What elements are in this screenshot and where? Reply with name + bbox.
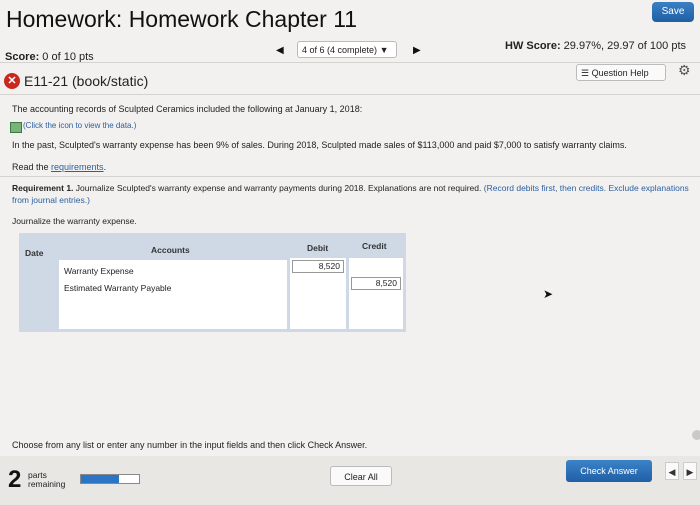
question-select[interactable]: 4 of 6 (4 complete) ▼ [297,41,397,58]
gear-icon[interactable]: ⚙ [678,62,691,79]
requirement-body: Journalize Sculpted's warranty expense a… [73,183,482,193]
left-triangle-icon[interactable]: ◀ [276,45,284,56]
account-row-1[interactable]: Warranty Expense [64,266,134,276]
date-header: Date [25,248,44,258]
table-icon[interactable] [10,122,22,133]
list-icon: ☰ [581,68,590,78]
progress-bar [80,474,140,484]
divider [0,62,700,63]
scroll-indicator[interactable] [692,430,700,440]
next-question-icon[interactable]: ▶ [683,462,697,480]
journal-table: Date Accounts Debit Credit Warranty Expe… [19,233,406,332]
hw-score-label: HW Score: [505,40,561,52]
detail-text: In the past, Sculpted's warranty expense… [12,140,627,150]
journalize-label: Journalize the warranty expense. [12,216,137,226]
requirement-label: Requirement 1. [12,183,74,193]
intro-text: The accounting records of Sculpted Ceram… [12,104,363,114]
credit-header: Credit [362,241,387,251]
requirement-text: Requirement 1. Journalize Sculpted's war… [12,182,692,206]
save-button[interactable]: Save [652,2,694,22]
read-prefix: Read the [12,162,52,172]
page-title: Homework: Homework Chapter 11 [6,6,358,32]
right-triangle-icon[interactable]: ▶ [413,45,421,56]
mouse-cursor-icon: ➤ [543,287,554,301]
previous-question-icon[interactable]: ◀ [665,462,679,480]
debit-header: Debit [307,243,329,253]
chevron-down-icon: ▼ [379,45,389,55]
parts-label: parts remaining [28,471,65,489]
credit-cell [349,258,403,329]
hw-score-value: 29.97%, 29.97 of 100 pts [560,40,686,52]
requirements-link[interactable]: requirements [51,162,104,172]
progress-fill [81,475,119,483]
divider [0,94,700,95]
read-suffix: . [103,162,107,172]
question-help-button[interactable]: ☰ Question Help [576,64,666,81]
check-answer-button[interactable]: Check Answer [566,460,652,482]
question-select-value: 4 of 6 (4 complete) [302,45,378,55]
account-row-2[interactable]: Estimated Warranty Payable [64,283,171,293]
instruction-text: Choose from any list or enter any number… [12,440,368,450]
data-link[interactable]: (Click the icon to view the data.) [23,121,136,130]
clear-all-button[interactable]: Clear All [330,466,392,486]
accounts-header: Accounts [151,245,190,255]
credit-input-row-2[interactable]: 8,520 [351,277,401,290]
hw-score-text: HW Score: 29.97%, 29.97 of 100 pts [505,40,686,52]
problem-id: E11-21 (book/static) [24,73,149,89]
read-requirements: Read the requirements. [12,162,106,172]
parts-label-line2: remaining [28,479,66,489]
question-help-label: Question Help [591,68,649,78]
parts-count: 2 [8,466,22,493]
incorrect-icon: ✕ [4,73,20,89]
divider [0,176,700,177]
debit-input-row-1[interactable]: 8,520 [292,260,344,273]
